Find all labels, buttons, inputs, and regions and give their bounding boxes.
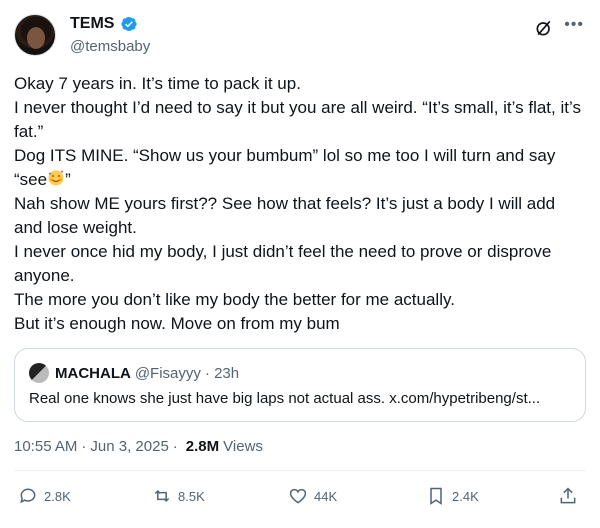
like-count: 44K [314,488,338,504]
author-name-block: TEMS @temsbaby [70,14,150,58]
quote-header: MACHALA @Fisayyy · 23h [29,363,239,383]
bookmark-icon [430,487,442,505]
tweet-line-with-emoji: Dog ITS MINE. “Show us your bumbum” lol … [14,144,586,192]
quote-avatar [29,363,49,383]
author-avatar[interactable] [14,14,56,56]
like-button[interactable]: 44K [288,486,337,506]
repost-icon [154,489,170,503]
tweet-meta: 10:55 AM · Jun 3, 2025 · 2.8M Views [14,438,263,455]
repost-button[interactable]: 8.5K [152,486,205,506]
meta-separator: · [172,438,178,455]
bookmark-count: 2.4K [452,488,479,504]
smiling-face-with-hearts-icon [48,170,64,186]
tweet-time[interactable]: 10:55 AM [14,438,77,455]
tweet-line: I never thought I’d need to say it but y… [14,98,581,141]
reply-icon [20,488,36,504]
tweet-text: Okay 7 years in. It’s time to pack it up… [14,72,586,336]
author-display-name-row[interactable]: TEMS [70,14,150,34]
quote-time: · 23h [204,364,240,382]
heart-icon [289,488,307,504]
views-count: 2.8M [185,438,220,455]
divider [14,470,586,471]
reply-count: 2.8K [44,488,71,504]
quote-author-name: MACHALA [55,364,131,382]
grok-icon[interactable] [534,18,554,38]
tweet-line: I never once hid my body, I just didn’t … [14,242,552,285]
bookmark-button[interactable]: 2.4K [426,486,479,506]
quote-author-handle: @Fisayyy [134,364,201,382]
verified-badge-icon [121,17,138,31]
action-bar: 2.8K 8.5K 44K 2.4K [18,486,588,510]
author-display-name[interactable]: TEMS [70,14,114,34]
repost-count: 8.5K [178,488,205,504]
avatar-face [27,27,45,49]
tweet-header: TEMS @temsbaby ••• [12,12,588,60]
tweet-line: The more you don’t like my body the bett… [14,290,455,309]
tweet-date[interactable]: Jun 3, 2025 [90,438,168,455]
tweet-line-text: ” [65,170,71,189]
share-button[interactable] [558,486,578,506]
views-label: Views [223,438,263,455]
meta-separator: · [81,438,87,455]
reply-button[interactable]: 2.8K [18,486,71,506]
tweet-line: Nah show ME yours first?? See how that f… [14,194,556,237]
share-icon [560,487,576,504]
tweet-line: Okay 7 years in. It’s time to pack it up… [14,74,301,93]
quote-text: Real one knows she just have big laps no… [29,390,541,407]
more-icon[interactable]: ••• [564,16,584,34]
author-handle[interactable]: @temsbaby [70,36,150,58]
tweet-line-text: Dog ITS MINE. “Show us your bumbum” lol … [14,146,556,189]
quoted-tweet[interactable]: MACHALA @Fisayyy · 23h Real one knows sh… [14,348,586,422]
tweet-line: But it’s enough now. Move on from my bum [14,314,340,333]
